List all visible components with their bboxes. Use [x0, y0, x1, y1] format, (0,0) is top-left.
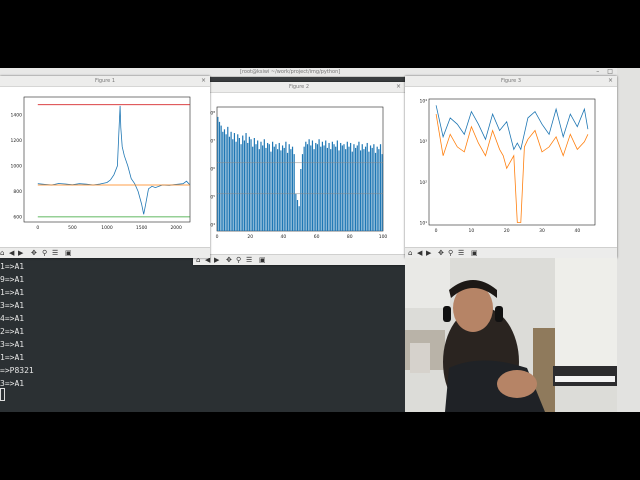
x-tick-label: 30	[539, 228, 545, 234]
desktop-screen: [root@ksiwi ~/work/project/img/python] –…	[0, 68, 640, 412]
figure-1-toolbar: ⌂ ◀ ▶ ✥ ⚲ ☰ ▣	[0, 247, 210, 258]
pan-icon[interactable]: ✥	[31, 248, 37, 258]
y-tick-label: 800	[13, 189, 22, 195]
back-arrow-icon[interactable]: ◀	[9, 248, 14, 258]
figure-1-title-bar[interactable]: Figure 1 ×	[0, 76, 210, 87]
webcam-picture	[405, 258, 617, 412]
figure-1-window[interactable]: Figure 1 × 0 500 1000 1500 2000 600 800 1000 120…	[0, 76, 210, 258]
y-tick-label: 1200	[11, 138, 23, 144]
terminal-output[interactable]: 1=>A1 9=>A1 1=>A1 3=>A1 4=>A1 2=>A1 3=>A…	[0, 258, 405, 412]
y-tick-label: 10²	[419, 180, 427, 186]
zoom-icon[interactable]: ⚲	[236, 255, 241, 265]
y-tick-label: 1400	[11, 112, 23, 118]
figure-1-plot[interactable]: 0 500 1000 1500 2000 600 800 1000 1200 1400	[0, 87, 210, 247]
x-tick-label: 0	[435, 228, 438, 234]
home-icon[interactable]: ⌂	[408, 248, 412, 258]
save-icon[interactable]: ▣	[259, 255, 266, 265]
forward-arrow-icon[interactable]: ▶	[426, 248, 431, 258]
plot-frame	[23, 96, 191, 223]
forward-arrow-icon[interactable]: ▶	[18, 248, 23, 258]
figure-2-title-bar[interactable]: Figure 2 ×	[193, 82, 405, 93]
y-tick-label: 1000	[11, 163, 23, 169]
figure-2-plot[interactable]: 0 20 40 60 80 10010⁸10⁷10⁶10⁵10⁴	[193, 93, 405, 253]
figure-3-toolbar: ⌂ ◀ ▶ ✥ ⚲ ☰ ▣	[405, 247, 617, 258]
y-tick-label: 10⁴	[419, 99, 427, 105]
close-icon[interactable]: ×	[201, 76, 206, 86]
x-tick-label: 2000	[170, 225, 182, 231]
zoom-icon[interactable]: ⚲	[42, 248, 47, 258]
terminal-cursor	[0, 388, 5, 401]
x-tick-label: 0	[36, 225, 39, 231]
x-tick-label: 10	[469, 228, 475, 234]
pan-icon[interactable]: ✥	[226, 255, 232, 265]
webcam-overlay	[405, 258, 617, 412]
terminal-line: 1=>A1	[0, 288, 25, 297]
plot-frame	[216, 106, 384, 232]
subplots-icon[interactable]: ☰	[458, 248, 464, 258]
terminal-line: 3=>A1	[0, 340, 25, 349]
pan-icon[interactable]: ✥	[438, 248, 444, 258]
x-tick-label: 1000	[101, 225, 113, 231]
save-icon[interactable]: ▣	[471, 248, 478, 258]
x-tick-label: 40	[574, 228, 580, 234]
terminal-line: 1=>A1	[0, 353, 25, 362]
figure-3-title-bar[interactable]: Figure 3 ×	[405, 76, 617, 87]
y-tick-label: 10¹	[419, 221, 427, 227]
terminal-line: 9=>A1	[0, 275, 25, 284]
figure-2-toolbar: ⌂ ◀ ▶ ✥ ⚲ ☰ ▣	[193, 254, 405, 265]
x-tick-label: 80	[347, 234, 353, 240]
x-tick-label: 60	[314, 234, 320, 240]
figure-3-window[interactable]: Figure 3 × 0 10 20 30 40 10⁴ 10³ 10² 10¹ ⌂ ◀ ▶ ✥…	[405, 76, 617, 258]
figure-3-title: Figure 3	[500, 78, 522, 84]
back-arrow-icon[interactable]: ◀	[417, 248, 422, 258]
terminal-line: 3=>A1	[0, 379, 25, 388]
x-tick-label: 20	[504, 228, 510, 234]
background-window-edge	[617, 68, 640, 412]
x-tick-label: 500	[68, 225, 77, 231]
x-tick-label: 1500	[136, 225, 148, 231]
terminal-line: 4=>A1	[0, 314, 25, 323]
subplots-icon[interactable]: ☰	[52, 248, 58, 258]
terminal-line: =>P8321	[0, 366, 34, 375]
terminal-line: 3=>A1	[0, 301, 25, 310]
figure-3-plot[interactable]: 0 10 20 30 40 10⁴ 10³ 10² 10¹	[405, 87, 617, 247]
x-tick-label: 100	[379, 234, 388, 240]
terminal-line: 2=>A1	[0, 327, 25, 336]
figure-1-title: Figure 1	[94, 78, 116, 84]
zoom-icon[interactable]: ⚲	[448, 248, 453, 258]
y-tick-label: 600	[13, 214, 22, 220]
x-tick-label: 20	[247, 234, 253, 240]
plot-frame	[428, 98, 596, 226]
x-tick-label: 40	[281, 234, 287, 240]
forward-arrow-icon[interactable]: ▶	[214, 255, 219, 265]
home-icon[interactable]: ⌂	[0, 248, 4, 258]
figure-2-window[interactable]: Figure 2 × 0 20 40 60 80 100 10⁸ 10⁷ 10⁶ 10⁵ 10⁴ ⌂…	[193, 82, 405, 265]
terminal-line: 1=>A1	[0, 262, 25, 271]
figure-2-title: Figure 2	[288, 84, 310, 90]
y-tick-label: 10³	[419, 139, 427, 145]
save-icon[interactable]: ▣	[65, 248, 72, 258]
subplots-icon[interactable]: ☰	[246, 255, 252, 265]
x-tick-label: 0	[216, 234, 219, 240]
close-icon[interactable]: ×	[396, 82, 401, 92]
terminal-title: [root@ksiwi ~/work/project/img/python]	[240, 69, 341, 75]
close-icon[interactable]: ×	[608, 76, 613, 86]
